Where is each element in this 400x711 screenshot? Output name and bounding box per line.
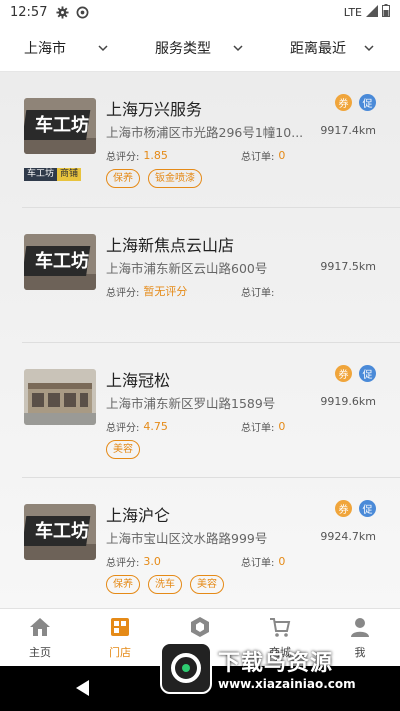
score-label: 总评分:: [106, 422, 140, 434]
store-thumbnail: [24, 369, 96, 425]
service-tag: 美容: [190, 575, 224, 594]
status-bar: 12:57 LTE: [0, 0, 400, 24]
svg-text:车工坊: 车工坊: [35, 520, 89, 542]
coupon-badge: 券: [335, 365, 352, 382]
store-thumbnail: 车工坊: [24, 234, 96, 290]
city-filter[interactable]: 上海市: [0, 38, 141, 58]
store-distance: 9917.5km: [320, 260, 376, 273]
tab-store[interactable]: 门店: [80, 609, 160, 666]
svg-text:车工坊: 车工坊: [35, 250, 89, 272]
tab-store-label: 门店: [109, 645, 131, 659]
store-distance: 9924.7km: [320, 530, 376, 543]
store-name: 上海新焦点云山店: [106, 236, 235, 255]
score-value: 暂无评分: [143, 285, 188, 298]
service-tag: 洗车: [148, 575, 182, 594]
signal-icon: [366, 4, 378, 20]
battery-icon: [382, 4, 390, 20]
watermark: 下载鸟资源 www.xiazainiao.com: [160, 636, 396, 700]
filter-bar: 上海市 服务类型 距离最近: [0, 24, 400, 72]
status-time: 12:57: [10, 4, 48, 20]
score-label: 总评分:: [106, 151, 140, 163]
service-type-filter-label: 服务类型: [155, 40, 211, 57]
orders-value: 0: [278, 148, 286, 162]
chevron-down-icon: [364, 44, 374, 51]
service-tag: 美容: [106, 440, 140, 459]
sync-icon: [75, 5, 89, 19]
sort-filter-label: 距离最近: [290, 40, 347, 57]
shop-tag-type: 商铺: [57, 168, 82, 181]
user-icon: [351, 617, 369, 637]
service-tag: 保养: [106, 169, 140, 188]
store-address: 上海市浦东新区罗山路1589号: [106, 396, 276, 411]
store-icon: [111, 617, 129, 636]
promo-badge: 促: [359, 500, 376, 517]
shop-tag: 车工坊 商铺: [24, 168, 82, 181]
watermark-url: www.xiazainiao.com: [218, 677, 356, 691]
service-type-filter[interactable]: 服务类型: [141, 38, 258, 58]
network-type: LTE: [343, 5, 362, 19]
orders-value: 0: [278, 419, 286, 433]
coupon-badge: 券: [335, 500, 352, 517]
tab-home-label: 主页: [29, 645, 51, 659]
store-address: 上海市杨浦区市光路296号1幢10...: [106, 125, 304, 140]
service-tag: 钣金喷漆: [148, 169, 202, 188]
sort-filter[interactable]: 距离最近: [257, 38, 400, 58]
store-distance: 9919.6km: [320, 395, 376, 408]
store-distance: 9917.4km: [320, 124, 376, 137]
store-item[interactable]: 车工坊 上海沪仑 券 促 上海市宝山区汶水路路999号 9924.7km 总评分…: [22, 477, 400, 608]
watermark-title: 下载鸟资源: [218, 651, 334, 676]
store-address: 上海市宝山区汶水路路999号: [106, 531, 268, 546]
service-tag: 保养: [106, 575, 140, 594]
store-thumbnail: 车工坊: [24, 504, 96, 560]
store-item[interactable]: 车工坊 车工坊 商铺 上海万兴服务 券 促 上海市杨浦区市光路296号1幢10.…: [0, 72, 400, 207]
store-thumbnail: 车工坊: [24, 98, 96, 154]
orders-value: 0: [278, 554, 286, 568]
store-list[interactable]: 车工坊 车工坊 商铺 上海万兴服务 券 促 上海市杨浦区市光路296号1幢10.…: [0, 72, 400, 608]
chevron-down-icon: [233, 44, 243, 51]
score-label: 总评分:: [106, 287, 140, 299]
orders-label: 总订单:: [241, 422, 275, 434]
shop-tag-brand: 车工坊: [24, 168, 58, 181]
city-filter-label: 上海市: [24, 40, 66, 57]
cart-icon: [270, 617, 291, 637]
score-value: 4.75: [143, 419, 168, 433]
store-item[interactable]: 上海冠松 券 促 上海市浦东新区罗山路1589号 9919.6km 总评分: 4.…: [22, 342, 400, 477]
store-address: 上海市浦东新区云山路600号: [106, 261, 268, 276]
settings-icon: [55, 5, 69, 19]
orders-label: 总订单:: [241, 287, 275, 299]
promo-badge: 促: [359, 365, 376, 382]
score-value: 1.85: [143, 148, 168, 162]
coupon-badge: 券: [335, 94, 352, 111]
store-item[interactable]: 车工坊 上海新焦点云山店 上海市浦东新区云山路600号 9917.5km 总评分…: [22, 207, 400, 342]
group-icon: [191, 616, 209, 637]
watermark-logo-icon: [160, 642, 212, 694]
orders-label: 总订单:: [241, 557, 275, 569]
promo-badge: 促: [359, 94, 376, 111]
tab-home[interactable]: 主页: [0, 609, 80, 666]
back-icon[interactable]: [76, 680, 89, 696]
orders-label: 总订单:: [241, 151, 275, 163]
svg-text:车工坊: 车工坊: [35, 114, 89, 136]
home-icon: [30, 617, 50, 636]
chevron-down-icon: [98, 44, 108, 51]
score-value: 3.0: [143, 554, 161, 568]
score-label: 总评分:: [106, 557, 140, 569]
